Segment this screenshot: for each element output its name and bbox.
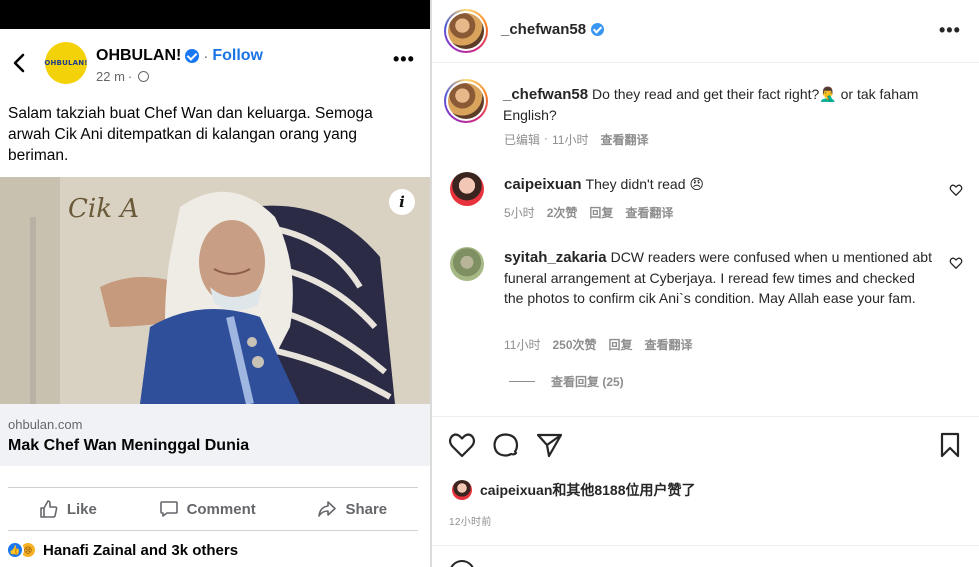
comment-time[interactable]: 11小时 [504, 336, 540, 353]
like-reaction-icon: 👍 [6, 541, 24, 559]
like-button[interactable]: Like [39, 499, 97, 519]
link-preview[interactable]: ohbulan.com Mak Chef Wan Meninggal Dunia [0, 404, 430, 466]
comment-icon [159, 501, 178, 517]
post-text: Salam takziah buat Chef Wan dan keluarga… [8, 105, 373, 164]
instagram-post-panel: _chefwan58 ••• _chefwan58 Do they read an… [432, 0, 979, 567]
header-username[interactable]: _chefwan58 [501, 21, 586, 38]
liker-avatar [452, 480, 472, 500]
heart-icon[interactable] [448, 432, 476, 458]
comment-text: syitah_zakaria DCW readers were confused … [504, 247, 934, 308]
profile-avatar[interactable] [444, 9, 488, 53]
divider [8, 487, 418, 488]
post-actions: Like Comment Share [8, 489, 418, 529]
send-icon[interactable] [536, 432, 564, 458]
ig-action-bar [432, 430, 979, 460]
comment-text: caipeixuan They didn't read 😠 [504, 174, 934, 195]
like-label: Like [66, 500, 97, 518]
caption-avatar[interactable] [444, 79, 488, 123]
separator-dot: · [127, 69, 133, 84]
verified-icon [185, 49, 200, 63]
comment-time[interactable]: 5小时 [504, 204, 535, 221]
likes-summary[interactable]: caipeixuan和其他8188位用户赞了 [452, 480, 696, 500]
translate-link[interactable]: 查看翻译 [645, 336, 693, 353]
comment-body: They didn't read 😠 [585, 176, 704, 192]
header-username-row: _chefwan58 [501, 21, 605, 38]
verified-icon [591, 23, 605, 36]
post-meta: 22 m · [96, 69, 150, 84]
reply-button[interactable]: 回复 [609, 336, 633, 353]
reply-button[interactable]: 回复 [589, 204, 613, 221]
divider [432, 416, 979, 417]
comment-icon[interactable] [492, 432, 520, 458]
emoji-icon[interactable] [449, 560, 475, 567]
commenter-avatar[interactable] [450, 247, 484, 281]
caption-meta: 已编辑 · 11小时 查看翻译 [504, 131, 649, 148]
share-button[interactable]: Share [317, 499, 387, 519]
more-icon[interactable]: ••• [393, 49, 415, 70]
comment-label: Comment [186, 500, 256, 518]
comment-username[interactable]: syitah_zakaria [504, 249, 607, 266]
post-image[interactable]: Cik A i [0, 177, 430, 404]
divider [432, 545, 979, 546]
post-header: OHBULAN! OHBULAN! · Follow 22 m · ••• [0, 29, 430, 97]
reactions-text: Hanafi Zainal and 3k others [43, 541, 239, 559]
page-name[interactable]: OHBULAN! [96, 47, 181, 65]
replies-line [509, 381, 535, 382]
share-icon [318, 501, 337, 517]
page-name-row: OHBULAN! · Follow [96, 46, 263, 66]
more-icon[interactable]: ••• [939, 20, 961, 41]
back-arrow-icon[interactable] [10, 51, 30, 75]
post-time[interactable]: 22 m [96, 69, 125, 84]
ig-header: _chefwan58 ••• [432, 0, 979, 63]
page-avatar[interactable]: OHBULAN! [44, 42, 88, 84]
reactions-summary[interactable]: 👍 😢 Hanafi Zainal and 3k others [6, 541, 238, 559]
bookmark-icon[interactable] [938, 432, 962, 458]
share-label: Share [345, 500, 388, 518]
commenter-avatar[interactable] [450, 172, 484, 206]
caption-time[interactable]: 11小时 [552, 131, 588, 148]
comment-like-heart-icon[interactable] [949, 183, 963, 197]
follow-button[interactable]: Follow [212, 47, 263, 65]
post-photo: Cik A [0, 177, 430, 404]
comment-like-heart-icon[interactable] [949, 256, 963, 270]
comment-likes[interactable]: 2次赞 [547, 204, 578, 221]
comment-button[interactable]: Comment [159, 499, 256, 519]
divider [8, 530, 418, 531]
translate-link[interactable]: 查看翻译 [600, 131, 648, 148]
translate-link[interactable]: 查看翻译 [625, 204, 673, 221]
comment-meta: 5小时 2次赞 回复 查看翻译 [504, 204, 673, 221]
comment-meta: 11小时 250次赞 回复 查看翻译 [504, 336, 693, 353]
link-title: Mak Chef Wan Meninggal Dunia [8, 437, 250, 454]
image-caption: Cik A [68, 194, 139, 224]
post-time[interactable]: 12小时前 [449, 513, 492, 528]
comment-likes[interactable]: 250次赞 [552, 336, 596, 353]
globe-icon [138, 71, 150, 82]
facebook-post-panel: OHBULAN! OHBULAN! · Follow 22 m · ••• Sa… [0, 0, 430, 567]
separator-dot: · [203, 47, 209, 65]
view-replies-button[interactable]: 查看回复 (25) [509, 373, 624, 390]
edited-label: 已编辑 [504, 133, 541, 147]
caption-text: _chefwan58 Do they read and get their fac… [503, 84, 923, 125]
status-bar [0, 0, 430, 29]
comment-username[interactable]: caipeixuan [504, 176, 582, 193]
info-icon[interactable]: i [389, 189, 415, 215]
caption-username[interactable]: _chefwan58 [503, 86, 588, 103]
view-replies-label: 查看回复 (25) [551, 375, 624, 389]
logo-text: OHBULAN! [44, 59, 88, 67]
like-icon [40, 500, 58, 518]
likes-text: caipeixuan和其他8188位用户赞了 [480, 482, 696, 498]
link-domain: ohbulan.com [8, 417, 83, 432]
separator-dot: · [544, 131, 549, 145]
